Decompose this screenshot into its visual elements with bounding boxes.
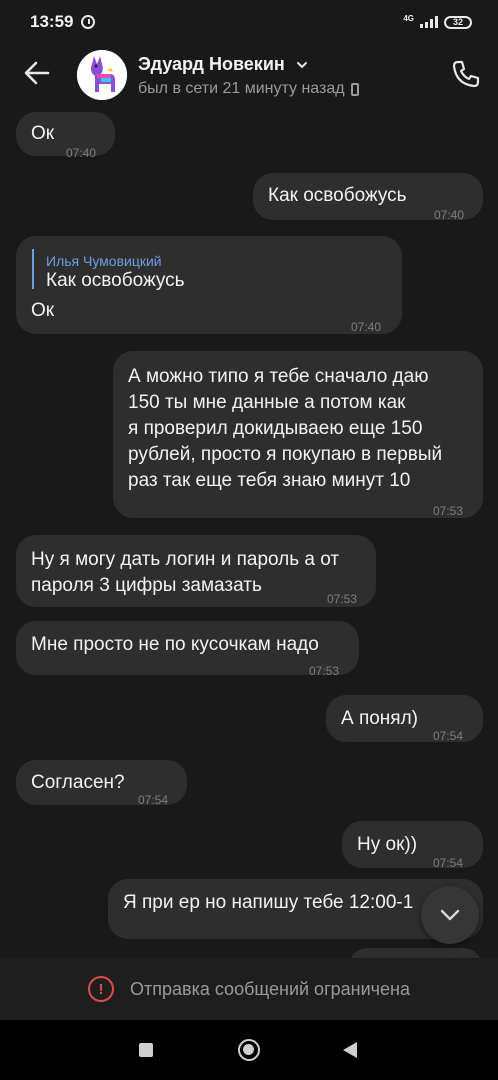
chevron-down-icon	[296, 62, 307, 69]
message-line: рублей, просто я покупаю в первый	[128, 444, 443, 465]
warning-icon: !	[88, 976, 114, 1002]
restricted-text: Отправка сообщений ограничена	[130, 978, 410, 999]
contact-name[interactable]: Эдуард Новекин	[138, 54, 308, 75]
message-text: Ок	[31, 300, 55, 321]
status-left: 13:59	[30, 12, 96, 32]
message-text: Ну ок))	[357, 834, 418, 855]
phone-call-icon[interactable]	[450, 58, 482, 90]
mobile-device-icon	[350, 82, 359, 96]
home-icon[interactable]	[238, 1039, 260, 1061]
avatar[interactable]	[77, 50, 127, 100]
message-time: 07:40	[351, 320, 382, 334]
chevron-down-icon	[440, 909, 460, 921]
message-text: Согласен?	[31, 772, 125, 793]
chat-header: Эдуард Новекин был в сети 21 минуту наза…	[0, 44, 498, 106]
recent-apps-icon[interactable]	[139, 1043, 153, 1057]
message-time: 07:54	[433, 856, 464, 870]
status-right: 4G 32	[403, 14, 472, 29]
message-time: 07:54	[433, 729, 464, 743]
message-line: я проверил докидываею еще 150	[128, 418, 423, 439]
message-line: Ну я могу дать логин и пароль а от	[31, 549, 340, 570]
status-time: 13:59	[30, 12, 74, 31]
message-list[interactable]: Ок 07:40 Как освобожусь 07:40 Илья Чумов…	[0, 106, 498, 958]
llama-avatar-icon	[77, 50, 127, 100]
message-text: А понял)	[341, 708, 419, 729]
reply-bar	[32, 249, 34, 289]
message-line: А можно типо я тебе сначало даю	[128, 366, 429, 387]
message-outgoing[interactable]: Ну ок)) 07:54	[342, 821, 483, 870]
message-time: 07:40	[66, 146, 97, 160]
message-time: 07:54	[138, 793, 169, 807]
messaging-restricted-bar: ! Отправка сообщений ограничена	[0, 958, 498, 1020]
network-type: 4G	[403, 14, 414, 23]
message-time: 07:53	[327, 592, 358, 606]
last-seen: был в сети 21 минуту назад	[138, 80, 359, 98]
message-time: 07:40	[434, 208, 465, 222]
message-line: пароля 3 цифры замазать	[31, 575, 262, 596]
message-outgoing[interactable]: Как освобожусь 07:40	[253, 173, 483, 222]
message-incoming[interactable]: Согласен? 07:54	[16, 760, 187, 807]
message-text: Как освобожусь	[268, 185, 407, 206]
message-time: 07:53	[433, 504, 464, 518]
message-line: раз так еще тебя знаю минут 10	[128, 470, 411, 491]
signal-icon	[420, 16, 438, 28]
back-arrow-icon[interactable]	[22, 58, 52, 88]
message-incoming-reply[interactable]: Илья Чумовицкий Как освобожусь Ок 07:40	[16, 236, 402, 334]
message-line: 150 ты мне данные а потом как	[128, 392, 406, 413]
scroll-down-button[interactable]	[421, 886, 479, 944]
message-incoming[interactable]: Мне просто не по кусочкам надо 07:53	[16, 621, 359, 678]
contact-name-text: Эдуард Новекин	[138, 54, 285, 74]
reply-quoted-text: Как освобожусь	[46, 270, 185, 291]
message-outgoing[interactable]: А можно типо я тебе сначало даю 150 ты м…	[113, 351, 483, 518]
last-seen-text: был в сети 21 минуту назад	[138, 80, 345, 97]
message-incoming[interactable]: Ок 07:40	[16, 112, 115, 160]
message-time: 07:53	[309, 664, 340, 678]
message-incoming[interactable]: Ну я могу дать логин и пароль а от парол…	[16, 535, 376, 607]
message-text: Мне просто не по кусочкам надо	[31, 634, 319, 655]
back-triangle-icon[interactable]	[343, 1042, 357, 1058]
message-outgoing[interactable]: А понял) 07:54	[326, 695, 483, 743]
battery-level: 32	[452, 16, 463, 27]
message-outgoing-partial[interactable]	[348, 948, 483, 958]
status-bar: 13:59 4G 32	[0, 0, 498, 44]
alarm-icon	[81, 15, 96, 29]
message-text: Я при ер но напишу тебе 12:00-1	[123, 892, 414, 913]
battery-icon: 32	[444, 15, 472, 29]
message-text: Ок	[31, 123, 55, 144]
